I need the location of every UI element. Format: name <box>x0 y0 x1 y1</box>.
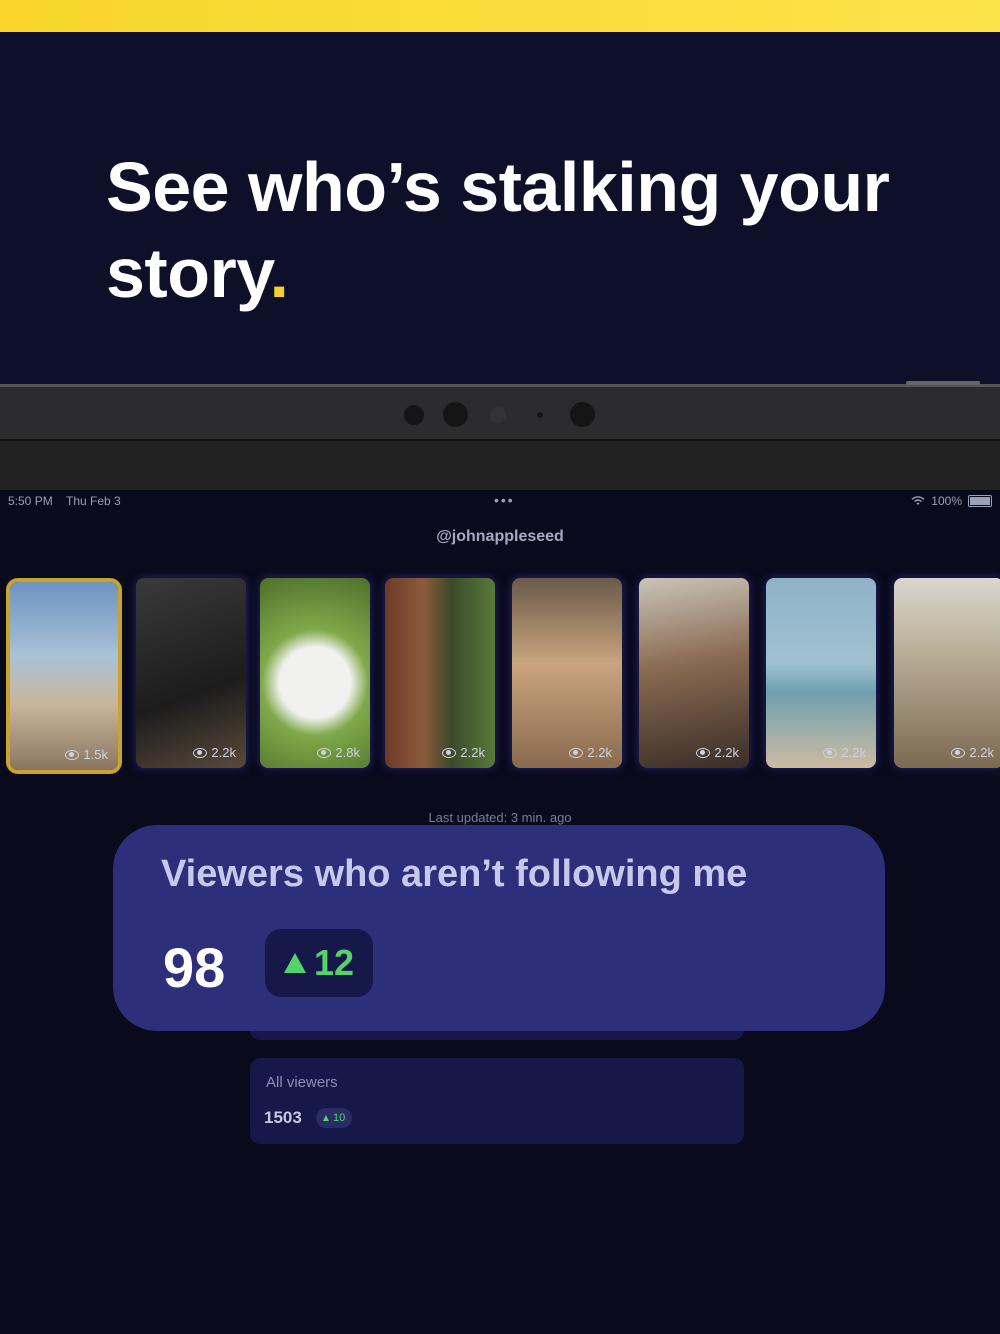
story-views-count: 2.2k <box>460 745 485 760</box>
eye-icon <box>696 747 711 758</box>
story-thumbnail <box>10 582 118 770</box>
not-following-count: 98 <box>163 936 226 999</box>
last-updated: Last updated: 3 min. ago <box>428 810 572 825</box>
story-card[interactable]: 2.2k <box>512 578 622 768</box>
story-views-count: 2.2k <box>841 745 866 760</box>
tablet-bezel <box>0 439 1000 497</box>
all-viewers-change: 10 <box>333 1112 346 1124</box>
camera-lens <box>490 407 506 423</box>
status-date: Thu Feb 3 <box>66 494 121 508</box>
story-views-count: 2.8k <box>335 745 360 760</box>
story-views: 2.2k <box>442 745 485 760</box>
story-card[interactable]: 2.2k <box>639 578 749 768</box>
camera-dot-3 <box>537 412 543 418</box>
headline-text: See who’s stalking your story <box>106 148 890 312</box>
not-following-title: Viewers who aren’t following me <box>161 853 748 895</box>
headline: See who’s stalking your story. <box>106 144 926 316</box>
headline-dot: . <box>269 234 289 312</box>
username: @johnappleseed <box>436 528 564 545</box>
story-card[interactable]: 2.2k <box>766 578 876 768</box>
all-viewers-count: 1503 <box>264 1108 302 1127</box>
tablet-frame <box>0 381 1000 497</box>
top-accent-bar <box>0 0 1000 32</box>
hero-section: See who’s stalking your story. <box>0 32 1000 392</box>
eye-icon <box>193 747 208 758</box>
story-views-count: 1.5k <box>83 747 108 762</box>
story-thumbnail <box>385 578 495 768</box>
eye-icon <box>569 747 584 758</box>
stories-row: 1.5k 2.2k 2.8k 2.2k 2.2k 2.2k 2.2k 2.2k <box>6 578 1000 774</box>
story-views-count: 2.2k <box>211 745 236 760</box>
all-viewers-change-badge: 10 <box>316 1108 353 1128</box>
wifi-icon <box>911 496 925 505</box>
not-following-change: 12 <box>313 942 355 983</box>
camera-dot-4 <box>570 402 595 427</box>
eye-icon <box>823 747 838 758</box>
story-thumbnail <box>136 578 246 768</box>
story-views: 2.2k <box>823 745 866 760</box>
story-thumbnail <box>512 578 622 768</box>
device-button <box>906 381 980 385</box>
all-viewers-card[interactable]: All viewers 1503 10 <box>250 1058 744 1144</box>
story-views: 1.5k <box>65 747 108 762</box>
story-thumbnail <box>639 578 749 768</box>
eye-icon <box>317 747 332 758</box>
story-card[interactable]: 2.8k <box>260 578 370 768</box>
camera-dot-1 <box>404 405 424 425</box>
story-views-count: 2.2k <box>587 745 612 760</box>
status-time: 5:50 PM <box>8 494 53 508</box>
multitask-dots[interactable]: ••• <box>494 492 515 508</box>
story-views: 2.8k <box>317 745 360 760</box>
story-views-count: 2.2k <box>969 745 994 760</box>
up-arrow-icon <box>283 953 306 973</box>
story-views: 2.2k <box>569 745 612 760</box>
battery-percent: 100% <box>931 494 962 508</box>
story-thumbnail <box>894 578 1000 768</box>
not-following-card[interactable]: Viewers who aren’t following me 98 12 <box>113 825 885 1031</box>
story-views: 2.2k <box>193 745 236 760</box>
up-arrow-icon <box>323 1115 329 1121</box>
story-card[interactable]: 1.5k <box>6 578 122 774</box>
eye-icon <box>65 749 80 760</box>
story-card[interactable]: 2.2k <box>894 578 1000 768</box>
story-thumbnail <box>260 578 370 768</box>
story-thumbnail <box>766 578 876 768</box>
eye-icon <box>951 747 966 758</box>
story-views: 2.2k <box>696 745 739 760</box>
status-right: 100% <box>911 494 992 508</box>
all-viewers-label: All viewers <box>266 1074 338 1091</box>
story-views-count: 2.2k <box>714 745 739 760</box>
story-card[interactable]: 2.2k <box>136 578 246 768</box>
not-following-change-badge: 12 <box>265 929 373 997</box>
camera-dot-2 <box>443 402 468 427</box>
story-card[interactable]: 2.2k <box>385 578 495 768</box>
status-bar: 5:50 PM Thu Feb 3 ••• 100% <box>8 492 992 512</box>
eye-icon <box>442 747 457 758</box>
story-views: 2.2k <box>951 745 994 760</box>
battery-icon <box>968 495 992 507</box>
